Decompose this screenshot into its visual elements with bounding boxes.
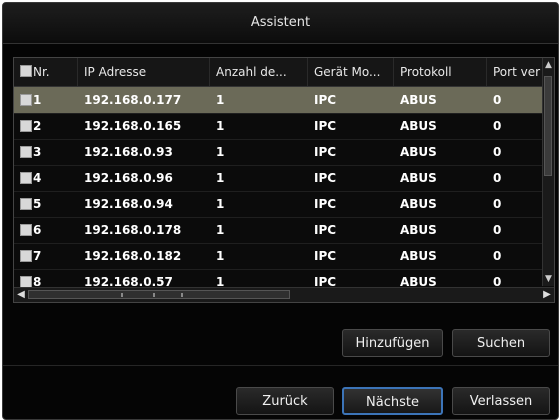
scroll-grip [121, 293, 123, 297]
exit-button[interactable]: Verlassen [452, 387, 550, 415]
vertical-scrollbar[interactable]: ▲ ▼ [542, 58, 554, 286]
column-header-count[interactable]: Anzahl de... [210, 58, 308, 86]
cell-ip: 192.168.0.182 [84, 249, 182, 263]
cell-protocol: ABUS [400, 223, 437, 237]
cell-count: 1 [216, 119, 225, 133]
cell-protocol: ABUS [400, 119, 437, 133]
cell-model: IPC [314, 93, 337, 107]
row-checkbox[interactable] [20, 198, 32, 210]
scroll-grip [181, 293, 183, 297]
cell-ip: 192.168.0.94 [84, 197, 173, 211]
table-row[interactable]: 5 192.168.0.94 1 IPC ABUS 0 [14, 191, 543, 218]
column-header-port[interactable]: Port ver [487, 58, 543, 86]
wizard-window: Assistent Nr. IP Adresse Anzahl de... Ge… [2, 2, 559, 420]
cell-count: 1 [216, 145, 225, 159]
footer-divider [3, 365, 558, 366]
cell-ip: 192.168.0.178 [84, 223, 182, 237]
cell-ip: 192.168.0.165 [84, 119, 182, 133]
cell-nr: 4 [33, 171, 42, 185]
cell-model: IPC [314, 145, 337, 159]
table-row[interactable]: 7 192.168.0.182 1 IPC ABUS 0 [14, 243, 543, 270]
chevron-up-icon[interactable]: ▲ [543, 59, 554, 71]
row-checkbox[interactable] [20, 146, 32, 158]
cell-port: 0 [493, 223, 502, 237]
row-checkbox[interactable] [20, 172, 32, 184]
horizontal-scrollbar[interactable]: ◀ ▶ [14, 287, 554, 302]
cell-model: IPC [314, 197, 337, 211]
cell-nr: 2 [33, 119, 42, 133]
next-button[interactable]: Nächste [342, 387, 443, 415]
table-row[interactable]: 4 192.168.0.96 1 IPC ABUS 0 [14, 165, 543, 192]
add-button[interactable]: Hinzufügen [342, 329, 443, 357]
table-row[interactable]: 1 192.168.0.177 1 IPC ABUS 0 [14, 87, 543, 114]
row-checkbox[interactable] [20, 94, 32, 106]
vertical-scroll-thumb[interactable] [544, 76, 552, 176]
cell-count: 1 [216, 171, 225, 185]
cell-protocol: ABUS [400, 197, 437, 211]
search-button[interactable]: Suchen [452, 329, 550, 357]
cell-model: IPC [314, 119, 337, 133]
cell-count: 1 [216, 249, 225, 263]
column-header-ip[interactable]: IP Adresse [78, 58, 210, 86]
select-all-checkbox[interactable] [20, 65, 32, 77]
cell-nr: 7 [33, 249, 42, 263]
cell-ip: 192.168.0.93 [84, 145, 173, 159]
chevron-right-icon[interactable]: ▶ [541, 288, 553, 302]
cell-port: 0 [493, 119, 502, 133]
cell-protocol: ABUS [400, 93, 437, 107]
cell-port: 0 [493, 197, 502, 211]
cell-port: 0 [493, 145, 502, 159]
chevron-down-icon[interactable]: ▼ [543, 273, 554, 285]
cell-count: 1 [216, 93, 225, 107]
cell-ip: 192.168.0.177 [84, 93, 182, 107]
table-header: Nr. IP Adresse Anzahl de... Gerät Mo... … [14, 58, 543, 87]
table-row[interactable]: 3 192.168.0.93 1 IPC ABUS 0 [14, 139, 543, 166]
cell-port: 0 [493, 171, 502, 185]
cell-port: 0 [493, 249, 502, 263]
column-header-nr[interactable]: Nr. [14, 58, 78, 86]
scroll-grip [153, 293, 155, 297]
cell-nr: 5 [33, 197, 42, 211]
cell-protocol: ABUS [400, 171, 437, 185]
row-checkbox[interactable] [20, 120, 32, 132]
column-header-protocol[interactable]: Protokoll [394, 58, 487, 86]
chevron-left-icon[interactable]: ◀ [15, 288, 27, 302]
table-row[interactable]: 6 192.168.0.178 1 IPC ABUS 0 [14, 217, 543, 244]
cell-model: IPC [314, 249, 337, 263]
row-checkbox[interactable] [20, 224, 32, 236]
horizontal-scroll-thumb[interactable] [28, 290, 290, 299]
cell-protocol: ABUS [400, 249, 437, 263]
cell-nr: 6 [33, 223, 42, 237]
window-title: Assistent [3, 3, 558, 44]
cell-model: IPC [314, 171, 337, 185]
column-header-model[interactable]: Gerät Mo... [308, 58, 394, 86]
row-checkbox[interactable] [20, 250, 32, 262]
cell-count: 1 [216, 223, 225, 237]
cell-nr: 3 [33, 145, 42, 159]
cell-ip: 192.168.0.96 [84, 171, 173, 185]
device-table: Nr. IP Adresse Anzahl de... Gerät Mo... … [13, 57, 555, 303]
back-button[interactable]: Zurück [236, 387, 334, 415]
table-row[interactable]: 2 192.168.0.165 1 IPC ABUS 0 [14, 113, 543, 140]
cell-model: IPC [314, 223, 337, 237]
cell-count: 1 [216, 197, 225, 211]
cell-protocol: ABUS [400, 145, 437, 159]
cell-port: 0 [493, 93, 502, 107]
cell-nr: 1 [33, 93, 42, 107]
